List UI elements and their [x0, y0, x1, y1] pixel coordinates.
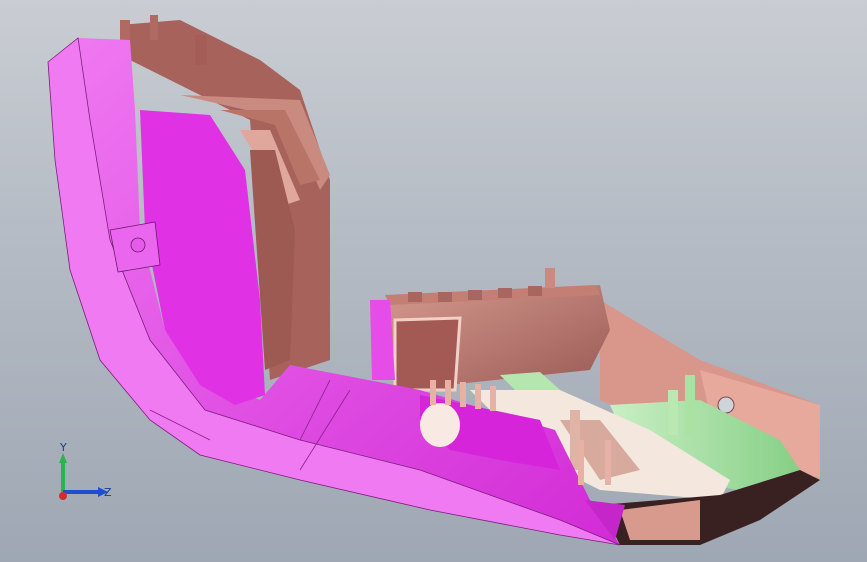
- z-axis-label: Z: [104, 486, 112, 499]
- z-axis-line: [63, 490, 101, 494]
- y-axis-label: Y: [60, 441, 67, 454]
- 3d-model-view[interactable]: [0, 0, 867, 562]
- y-axis-arrow: [59, 453, 67, 463]
- y-axis-line: [61, 462, 65, 494]
- origin-dot: [59, 492, 67, 500]
- housing-box: [370, 268, 610, 392]
- cad-viewport[interactable]: Y Z: [0, 0, 867, 562]
